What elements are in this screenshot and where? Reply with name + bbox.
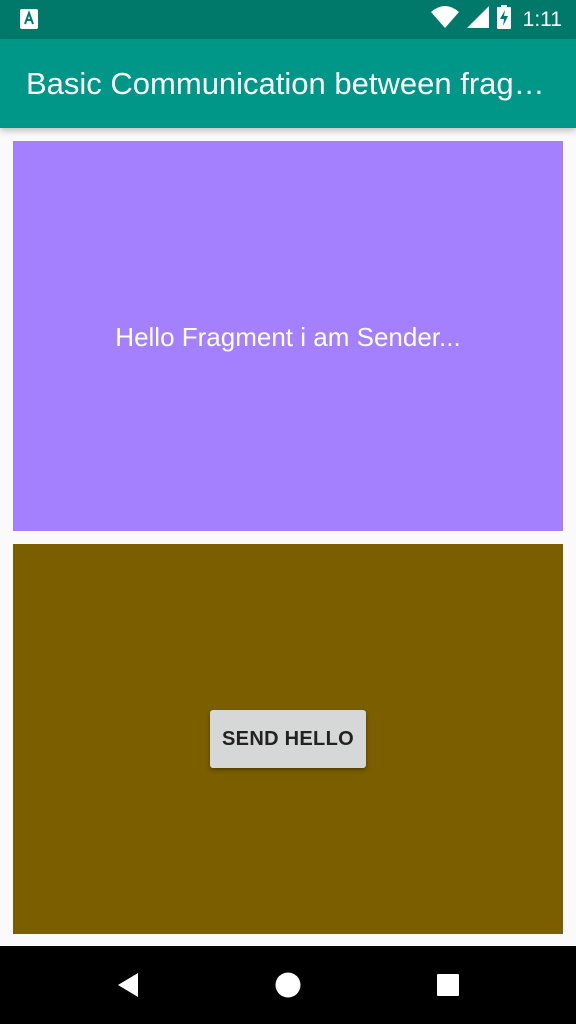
battery-charging-icon (496, 5, 511, 34)
app-bar: Basic Communication between fragments (0, 39, 576, 128)
status-icons: 1:11 (430, 0, 562, 39)
notification-a-icon (20, 9, 38, 29)
send-hello-button[interactable]: SEND HELLO (210, 710, 366, 768)
receiver-fragment: SEND HELLO (13, 544, 563, 934)
app-title: Basic Communication between fragments (26, 66, 556, 101)
navigation-bar (0, 946, 576, 1024)
back-icon[interactable] (88, 946, 168, 1024)
sender-fragment: Hello Fragment i am Sender... (13, 141, 563, 531)
sender-message: Hello Fragment i am Sender... (115, 321, 461, 352)
status-time: 1:11 (522, 7, 562, 31)
home-icon[interactable] (248, 946, 328, 1024)
wifi-icon (430, 6, 459, 33)
cell-signal-icon (466, 6, 489, 33)
recents-icon[interactable] (408, 946, 488, 1024)
status-bar: 1:11 (0, 0, 576, 39)
